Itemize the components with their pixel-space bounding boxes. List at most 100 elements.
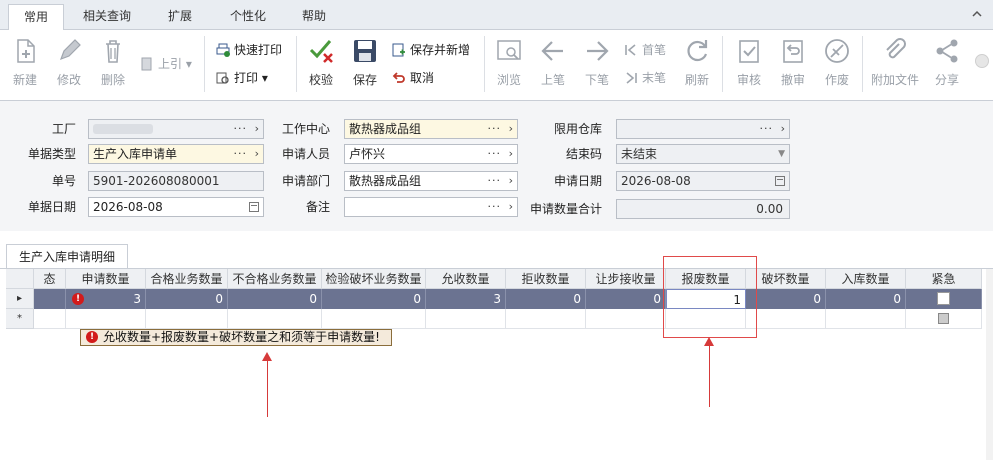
urgent-checkbox[interactable] [937,292,950,305]
apply-dept-field[interactable]: 散热器成品组 ··· › [344,171,518,191]
col-header-fail-qty[interactable]: 不合格业务数量 [228,269,322,289]
modify-button[interactable]: 修改 [44,34,94,92]
more-icon[interactable]: ··· [234,145,248,163]
applicant-field[interactable]: 卢怀兴 ··· › [344,144,518,164]
reject-qty-cell[interactable]: 0 [506,289,586,309]
menu-tab-bar: 常用 相关查询 扩展 个性化 帮助 [0,0,993,31]
dropdown-icon: ▾ [258,71,268,85]
apply-total-value: 0.00 [756,202,783,216]
col-header-urgent[interactable]: 紧急 [906,269,982,289]
last-record-button[interactable]: 末笔 [624,68,666,88]
concession-qty-cell[interactable]: 0 [586,289,666,309]
void-button[interactable]: 作废 [812,34,862,92]
doc-date-field[interactable]: 2026-08-08 [88,197,264,217]
col-header-accept-qty[interactable]: 允收数量 [426,269,506,289]
apply-date-field[interactable]: 2026-08-08 [616,171,790,191]
collapse-ribbon-icon[interactable] [971,8,983,20]
more-icon[interactable]: ··· [760,120,774,138]
new-row-cell[interactable] [506,309,586,329]
limit-warehouse-field[interactable]: ··· › [616,119,790,139]
urgent-cell[interactable] [906,289,982,309]
apply-dept-label: 申请部门 [281,174,330,188]
vertical-scrollbar[interactable] [986,269,993,460]
tab-personalize[interactable]: 个性化 [220,4,276,30]
factory-field[interactable]: ··· › [88,119,264,139]
prev-record-button[interactable]: 上笔 [528,34,578,92]
col-header-destroy-qty[interactable]: 破坏数量 [746,269,826,289]
next-record-button[interactable]: 下笔 [572,34,622,92]
quote-button[interactable]: 上引 ▾ [140,54,192,74]
col-header-status[interactable]: 态 [34,269,66,289]
more-icon[interactable]: ··· [488,145,502,163]
chevron-right-icon[interactable]: › [509,172,513,190]
col-header-pass-qty[interactable]: 合格业务数量 [146,269,228,289]
new-row-cell[interactable] [228,309,322,329]
new-row-cell[interactable] [586,309,666,329]
status-cell[interactable] [34,289,66,309]
tab-common[interactable]: 常用 [8,4,64,31]
new-row-indicator[interactable]: * [6,309,34,329]
refresh-button[interactable]: 刷新 [672,34,722,92]
col-header-concession-qty[interactable]: 让步接收量 [586,269,666,289]
more-icon[interactable]: ··· [488,198,502,216]
chevron-right-icon[interactable]: › [781,120,785,138]
share-button[interactable]: 分享 [922,34,972,92]
unaudit-button[interactable]: 撤审 [768,34,818,92]
more-icon[interactable]: ··· [488,172,502,190]
chevron-right-icon[interactable]: › [509,120,513,138]
first-record-button[interactable]: 首笔 [624,40,666,60]
new-row-cell[interactable] [746,309,826,329]
save-new-button[interactable]: 保存并新增 [392,40,470,60]
new-button[interactable]: 新建 [0,34,50,92]
new-label: 新建 [12,73,37,87]
accept-qty-cell[interactable]: 3 [426,289,506,309]
calendar-icon[interactable] [775,176,785,186]
pass-qty-cell[interactable]: 0 [146,289,228,309]
col-header-reject-qty[interactable]: 拒收数量 [506,269,586,289]
new-row-cell[interactable] [146,309,228,329]
tab-help[interactable]: 帮助 [286,4,342,30]
ribbon-scroll-right-icon[interactable] [975,54,989,68]
quick-print-button[interactable]: 快速打印 [216,40,282,60]
stockin-qty-cell[interactable]: 0 [826,289,906,309]
chevron-right-icon[interactable]: › [509,145,513,163]
new-row-cell[interactable] [826,309,906,329]
close-code-select[interactable]: 未结束 ▼ [616,144,790,164]
new-row-cell[interactable] [906,309,982,329]
remark-field[interactable]: ··· › [344,197,518,217]
inspect-destroy-qty-cell[interactable]: 0 [322,289,426,309]
new-row-cell[interactable] [34,309,66,329]
doc-type-field[interactable]: 生产入库申请单 ··· › [88,144,264,164]
chevron-right-icon[interactable]: › [255,145,259,163]
cancel-button[interactable]: 取消 [392,68,434,88]
tab-detail[interactable]: 生产入库申请明细 [6,244,129,269]
new-row-cell[interactable] [322,309,426,329]
work-center-field[interactable]: 散热器成品组 ··· › [344,119,518,139]
new-row-cell[interactable] [66,309,146,329]
col-header-stockin-qty[interactable]: 入库数量 [826,269,906,289]
browse-button[interactable]: 浏览 [484,34,534,92]
chevron-right-icon[interactable]: › [509,198,513,216]
more-icon[interactable]: ··· [234,120,248,138]
chevron-down-icon[interactable]: ▼ [778,145,785,163]
urgent-checkbox-icon[interactable] [938,313,949,324]
current-row-indicator[interactable]: ▸ [6,289,34,309]
audit-button[interactable]: 审核 [724,34,774,92]
destroy-qty-cell[interactable]: 0 [746,289,826,309]
calendar-icon[interactable] [249,202,259,212]
chevron-right-icon[interactable]: › [255,120,259,138]
delete-button[interactable]: 删除 [88,34,138,92]
attach-file-button[interactable]: 附加文件 [870,34,920,92]
fail-qty-cell[interactable]: 0 [228,289,322,309]
more-icon[interactable]: ··· [488,120,502,138]
tab-related-query[interactable]: 相关查询 [74,4,140,30]
new-row-cell[interactable] [426,309,506,329]
apply-qty-cell[interactable]: ! 3 [66,289,146,309]
col-header-apply-qty[interactable]: 申请数量 [66,269,146,289]
save-button[interactable]: 保存 [340,34,390,92]
print-button[interactable]: 打印 ▾ [216,68,268,88]
col-header-inspect-destroy-qty[interactable]: 检验破坏业务数量 [322,269,426,289]
verify-button[interactable]: 校验 [296,34,346,92]
tab-extend[interactable]: 扩展 [150,4,210,30]
apply-date-label: 申请日期 [553,174,602,188]
